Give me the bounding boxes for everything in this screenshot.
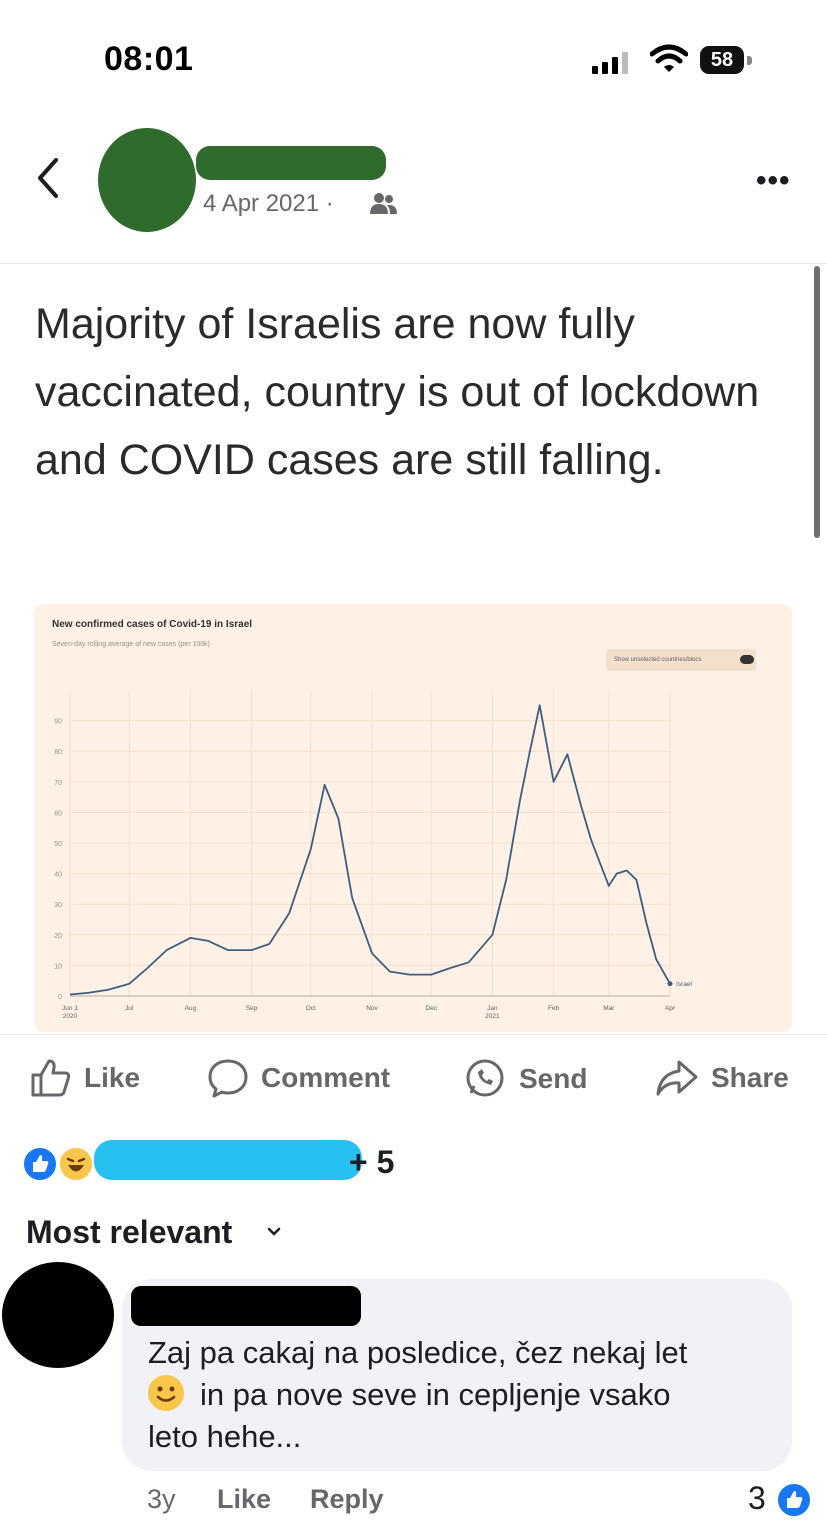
commenter-avatar-redacted[interactable] <box>2 1262 114 1368</box>
comment-line: Zaj pa cakaj na posledice, čez nekaj let <box>148 1335 688 1370</box>
messenger-icon <box>466 1059 504 1097</box>
comment-line: in pa nove seve in cepljenje vsako <box>200 1377 671 1412</box>
y-tick-label: 60 <box>54 810 62 817</box>
x-tick-sublabel: 2021 <box>485 1013 500 1020</box>
comment-line: leto hehe... <box>148 1419 302 1454</box>
comment-like-button[interactable]: Like <box>217 1484 271 1515</box>
comment-reaction-count[interactable]: 3 <box>748 1480 766 1517</box>
chart-plot: 10 20 30 40 50 60 70 80 90 Jun 12020 Jul Aug Sep Oct N… <box>54 690 692 1020</box>
x-tick-label: Feb <box>548 1005 560 1012</box>
y-tick-label: 20 <box>54 933 62 940</box>
like-label: Like <box>84 1062 141 1093</box>
wifi-icon <box>650 44 688 72</box>
author-avatar-redacted[interactable] <box>98 128 196 232</box>
comment-label: Comment <box>261 1062 391 1093</box>
comment-age: 3y <box>147 1484 176 1514</box>
y-tick-label: 70 <box>54 780 62 787</box>
scrollbar[interactable] <box>814 266 820 538</box>
y-tick-label: 80 <box>54 749 62 756</box>
cellular-signal-icon <box>592 52 628 74</box>
series-end-point <box>667 981 673 987</box>
comment-icon <box>208 1059 248 1098</box>
comment-text: Zaj pa cakaj na posledice, čez nekaj let… <box>148 1332 778 1458</box>
series-line-israel <box>69 704 671 996</box>
series-label: Israel <box>676 981 692 988</box>
x-tick-label: Aug <box>185 1005 197 1012</box>
actions-divider <box>0 1034 827 1035</box>
status-time: 08:01 <box>104 40 194 78</box>
comment-sort-label[interactable]: Most relevant <box>26 1214 232 1251</box>
send-label: Send <box>519 1063 588 1094</box>
share-icon <box>656 1060 698 1096</box>
comment-button[interactable]: Comment <box>207 1058 390 1098</box>
y-tick-label: 30 <box>54 902 62 909</box>
share-label: Share <box>711 1062 789 1093</box>
like-button[interactable]: Like <box>30 1058 140 1098</box>
y-tick-label: 10 <box>54 963 62 970</box>
battery-icon: 58 <box>700 46 744 74</box>
friends-icon <box>370 193 397 214</box>
like-reaction-icon[interactable] <box>22 1146 58 1182</box>
commenter-name-redacted[interactable] <box>131 1286 361 1326</box>
comment-reply-button[interactable]: Reply <box>310 1484 384 1515</box>
share-button[interactable]: Share <box>655 1058 789 1098</box>
send-button[interactable]: Send <box>463 1058 587 1100</box>
x-tick-sublabel: 2020 <box>63 1013 78 1020</box>
x-tick-label: Nov <box>366 1005 378 1012</box>
post-date[interactable]: 4 Apr 2021 · <box>203 190 334 218</box>
post-text: Majority of Israelis are now fully vacci… <box>35 300 760 484</box>
like-reaction-icon[interactable] <box>776 1482 812 1518</box>
y-tick-label: 50 <box>54 841 62 848</box>
reaction-count[interactable]: + 5 <box>349 1144 394 1181</box>
x-tick-label: Apr <box>665 1005 676 1012</box>
back-icon[interactable] <box>36 158 60 198</box>
y-tick-label: 90 <box>54 719 62 726</box>
x-tick-label: Oct <box>306 1005 316 1012</box>
x-tick-label: Jun 1 <box>62 1005 78 1012</box>
x-tick-label: Mar <box>603 1005 615 1012</box>
reactors-names-redacted[interactable] <box>94 1140 362 1180</box>
battery-tip <box>747 56 752 65</box>
x-tick-label: Jul <box>125 1005 134 1012</box>
x-tick-label: Dec <box>425 1005 437 1012</box>
author-name-redacted[interactable] <box>196 146 386 180</box>
chevron-down-icon[interactable] <box>266 1226 282 1238</box>
y-tick-label: 40 <box>54 872 62 879</box>
haha-reaction-icon[interactable] <box>58 1146 94 1182</box>
more-options-icon[interactable]: ••• <box>756 164 791 198</box>
thumbs-up-icon <box>31 1059 71 1097</box>
header-divider <box>0 263 827 264</box>
y-tick-label: 0 <box>58 994 62 1001</box>
smiling-emoji-icon <box>148 1375 184 1411</box>
x-tick-label: Sep <box>246 1005 258 1012</box>
x-tick-label: Jan <box>487 1005 498 1012</box>
